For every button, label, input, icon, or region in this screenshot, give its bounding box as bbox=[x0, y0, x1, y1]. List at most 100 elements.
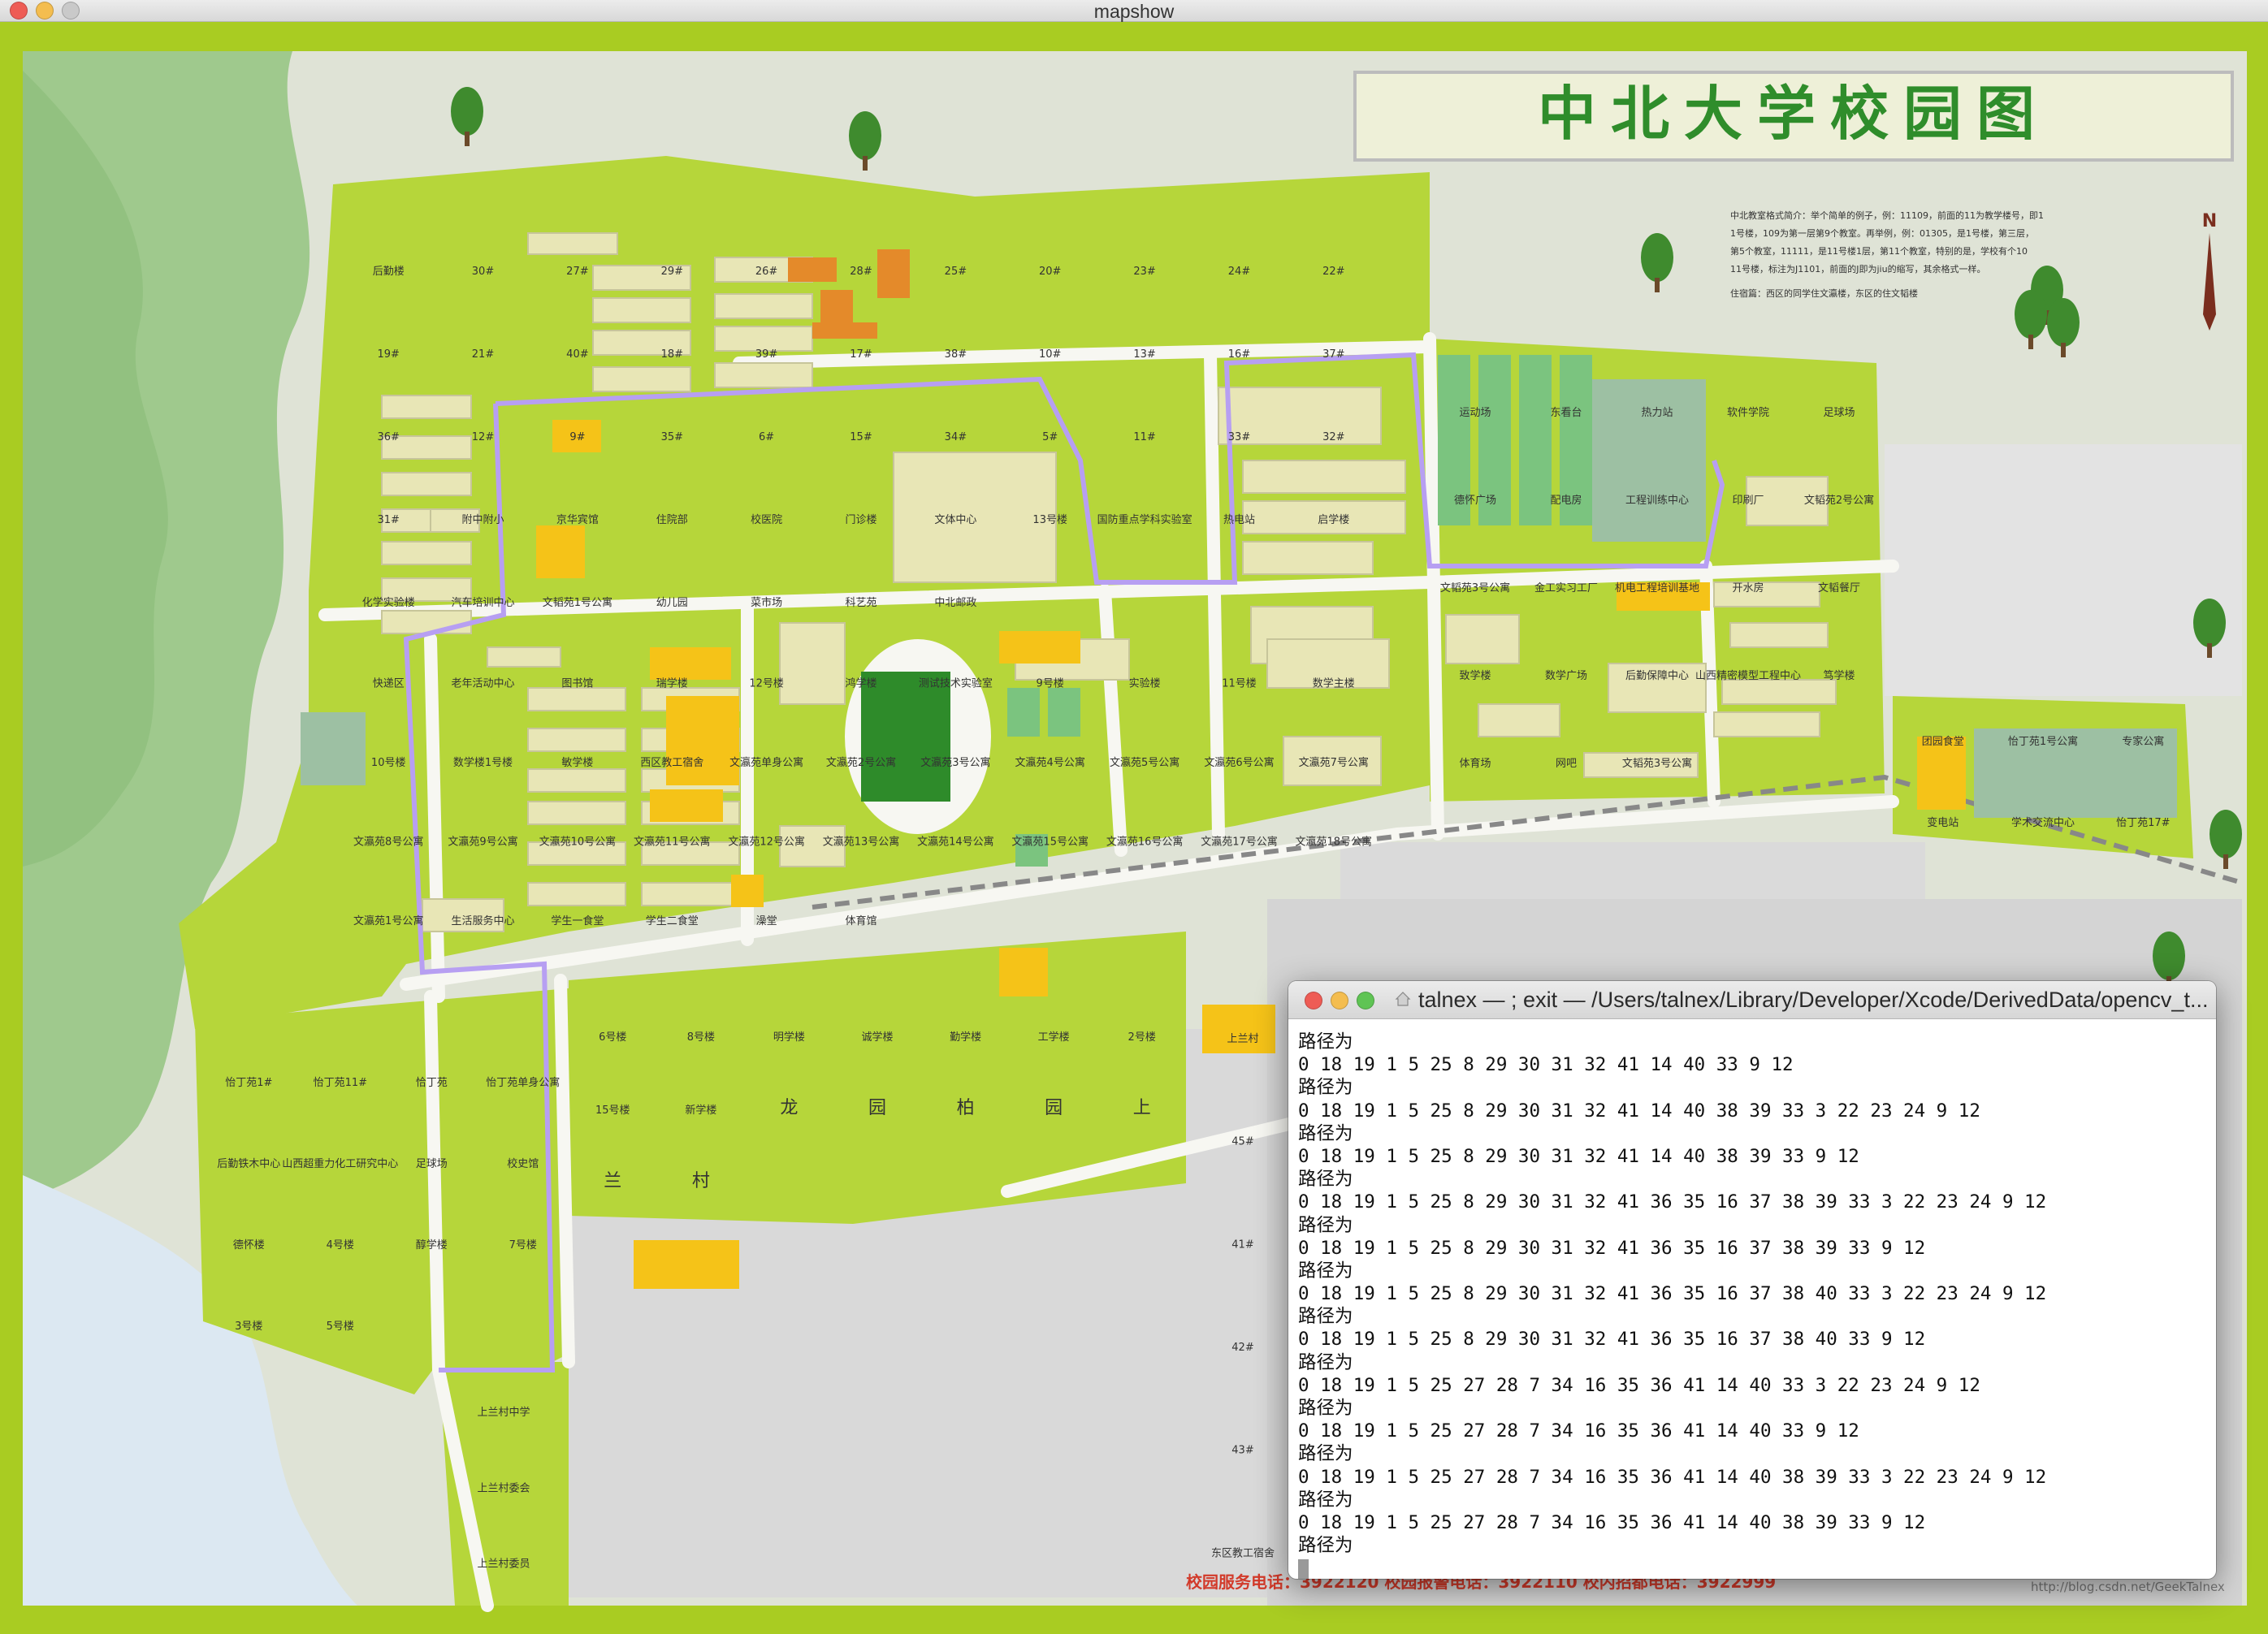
map-label: 怡丁苑1# bbox=[225, 1077, 272, 1089]
map-label: 15# bbox=[850, 431, 872, 443]
terminal-cursor-line[interactable] bbox=[1298, 1557, 2216, 1579]
map-label: 足球场 bbox=[1823, 407, 1855, 419]
map-label: 18# bbox=[661, 348, 683, 361]
map-label: 13# bbox=[1133, 348, 1155, 361]
map-label: 网吧 bbox=[1556, 758, 1577, 770]
map-label: 文韬餐厅 bbox=[1818, 581, 1860, 594]
map-label: 文瀛苑4号公寓 bbox=[1015, 756, 1085, 769]
map-label: 文瀛苑2号公寓 bbox=[826, 756, 896, 769]
map-label: 东看台 bbox=[1550, 406, 1582, 419]
map-label: 配电房 bbox=[1550, 494, 1582, 507]
map-label: 运动场 bbox=[1459, 407, 1491, 419]
campus-south-west bbox=[195, 988, 569, 1394]
terminal-line: 0 18 19 1 5 25 8 29 30 31 32 41 36 35 16… bbox=[1298, 1237, 1926, 1259]
map-label: 德怀楼 bbox=[233, 1239, 265, 1251]
map-label: 24# bbox=[1228, 266, 1250, 278]
window-title: mapshow bbox=[1093, 1, 1175, 22]
text-cursor-icon bbox=[1298, 1558, 1309, 1579]
map-label: 文瀛苑8号公寓 bbox=[353, 836, 423, 849]
school-note-line: 1号楼，109为第一层第9个教室。再举例，例：01305，是1号楼，第三层， bbox=[1730, 227, 2034, 239]
campus-south bbox=[569, 932, 1186, 1224]
map-label: 文瀛苑3号公寓 bbox=[920, 756, 990, 769]
map-label: 龙 bbox=[780, 1098, 798, 1118]
map-label: 团园食堂 bbox=[1922, 735, 1964, 748]
terminal-line: 路径为 bbox=[1298, 1077, 1353, 1099]
map-label: 20# bbox=[1039, 266, 1061, 278]
terminal-line: 0 18 19 1 5 25 8 29 30 31 32 41 36 35 16… bbox=[1298, 1191, 2047, 1213]
map-label: 附中附小 bbox=[461, 514, 504, 526]
map-label: 6号楼 bbox=[599, 1031, 626, 1044]
terminal-zoom-button[interactable] bbox=[1357, 992, 1374, 1009]
map-label: 山西精密模型工程中心 bbox=[1695, 669, 1801, 682]
map-label: 31# bbox=[377, 514, 399, 526]
map-label: 敏学楼 bbox=[561, 756, 593, 769]
map-label: 校医院 bbox=[751, 513, 782, 526]
map-label: 34# bbox=[945, 431, 967, 443]
map-label: 兰 bbox=[604, 1171, 621, 1191]
map-label: 22# bbox=[1322, 266, 1344, 278]
map-label: 上兰村委员 bbox=[477, 1558, 530, 1571]
map-label: 45# bbox=[1231, 1136, 1253, 1148]
map-label: 17# bbox=[850, 348, 872, 361]
map-label: 数学楼1号楼 bbox=[453, 756, 513, 769]
map-label: 幼儿园 bbox=[656, 597, 688, 609]
terminal-line: 路径为 bbox=[1298, 1306, 1353, 1328]
map-label: 文瀛苑6号公寓 bbox=[1204, 756, 1274, 769]
map-label: 醇学楼 bbox=[416, 1238, 448, 1251]
terminal-close-button[interactable] bbox=[1305, 992, 1322, 1009]
map-label: 数学广场 bbox=[1545, 669, 1587, 682]
terminal-window[interactable]: talnex — ; exit — /Users/talnex/Library/… bbox=[1288, 981, 2216, 1579]
map-label: 11# bbox=[1133, 431, 1155, 443]
map-label: 36# bbox=[377, 431, 399, 443]
map-label: 变电站 bbox=[1927, 816, 1959, 829]
map-label: 3号楼 bbox=[235, 1321, 262, 1333]
map-label: 文瀛苑12号公寓 bbox=[728, 836, 805, 849]
map-label: 实验楼 bbox=[1129, 677, 1161, 690]
map-label: 文瀛苑10号公寓 bbox=[539, 836, 617, 849]
map-label: 住院部 bbox=[656, 514, 688, 526]
map-label: 瑞学楼 bbox=[656, 677, 688, 690]
map-label: 5号楼 bbox=[327, 1321, 354, 1333]
map-label: 门诊楼 bbox=[845, 514, 876, 526]
map-label: 后勤保障中心 bbox=[1625, 670, 1689, 682]
home-icon bbox=[1395, 992, 1411, 1006]
map-label: 金工实习工厂 bbox=[1534, 581, 1598, 594]
map-label: 文体中心 bbox=[934, 514, 976, 526]
map-label: 上 bbox=[1133, 1098, 1151, 1118]
map-label: 2号楼 bbox=[1128, 1031, 1156, 1044]
map-label: 热电站 bbox=[1223, 514, 1255, 526]
terminal-line: 路径为 bbox=[1298, 1535, 1353, 1557]
map-label: 软件学院 bbox=[1727, 406, 1769, 419]
map-label: 文瀛苑9号公寓 bbox=[448, 836, 517, 849]
map-label: 30# bbox=[472, 266, 494, 278]
map-label: 东区教工宿舍 bbox=[1211, 1546, 1275, 1559]
map-label: 7号楼 bbox=[509, 1239, 537, 1251]
map-label: 文韬苑2号公寓 bbox=[1804, 494, 1874, 507]
map-label: 园 bbox=[1045, 1098, 1063, 1118]
terminal-output[interactable]: 路径为 0 18 19 1 5 25 8 29 30 31 32 41 14 40… bbox=[1288, 1019, 2216, 1579]
terminal-line: 路径为 bbox=[1298, 1214, 1353, 1236]
map-label: 29# bbox=[661, 266, 683, 278]
terminal-line: 0 18 19 1 5 25 27 28 7 34 16 35 36 41 14… bbox=[1298, 1420, 1859, 1442]
terminal-minimize-button[interactable] bbox=[1331, 992, 1348, 1009]
map-label: 快递区 bbox=[373, 678, 405, 690]
map-label: 文韬苑3号公寓 bbox=[1622, 757, 1692, 770]
map-label: 图书馆 bbox=[561, 678, 593, 690]
school-note-line: 住宿篇：西区的同学住文瀛楼，东区的住文韬楼 bbox=[1730, 287, 1918, 299]
terminal-line: 0 18 19 1 5 25 27 28 7 34 16 35 36 41 14… bbox=[1298, 1466, 2047, 1488]
map-label: 后勤楼 bbox=[373, 266, 405, 278]
map-label: 39# bbox=[755, 348, 777, 361]
map-label: 怡丁苑单身公寓 bbox=[486, 1076, 560, 1089]
wenying-1-compound bbox=[301, 712, 366, 785]
terminal-line: 0 18 19 1 5 25 8 29 30 31 32 41 36 35 16… bbox=[1298, 1283, 2047, 1305]
map-label: 6# bbox=[759, 431, 774, 443]
map-watermark: http://blog.csdn.net/GeekTalnex bbox=[2031, 1580, 2225, 1594]
terminal-line: 路径为 bbox=[1298, 1351, 1353, 1373]
map-label: 8号楼 bbox=[687, 1031, 715, 1044]
map-label: 园 bbox=[868, 1098, 886, 1118]
map-label: 恰丁苑 bbox=[416, 1077, 448, 1089]
map-label: 9号楼 bbox=[1037, 678, 1064, 690]
map-heading: 中北大学校园图 bbox=[1538, 80, 2049, 148]
window-titlebar: mapshow bbox=[0, 0, 2268, 22]
map-label: 19# bbox=[377, 348, 399, 361]
